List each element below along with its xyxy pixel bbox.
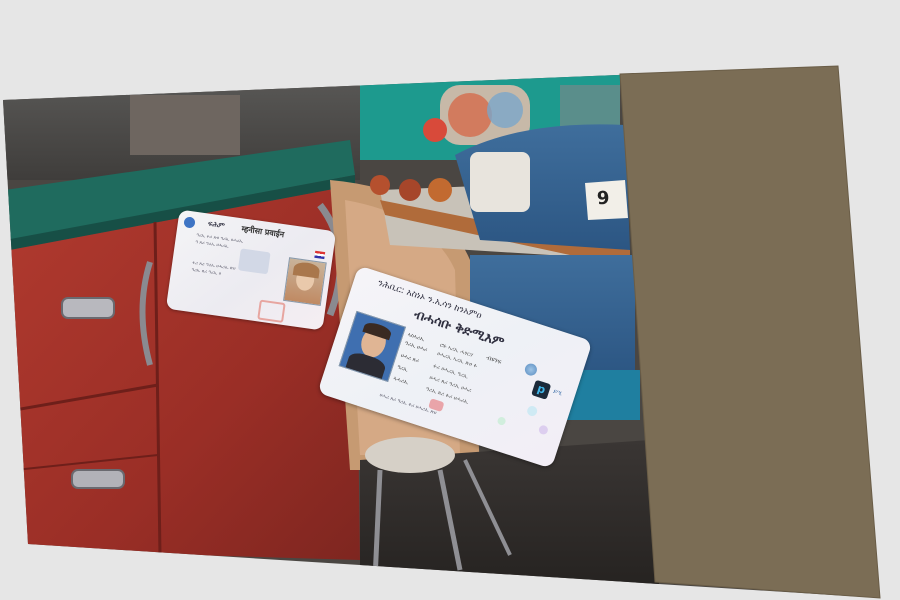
wall-panel [620,66,880,598]
card-right-label: ብዩገፍ [485,353,503,366]
holo-dot-3 [496,415,507,427]
card-right-logo-text: ይሢ [552,387,564,398]
ghost-photo [237,248,271,275]
card-left-header-right: म्हनीसा प्रवाईन [241,224,285,240]
p-logo-icon: p [531,379,552,400]
table-number: 9 [596,187,611,210]
field-label-3: ሀሓሪ ጸሪ [399,352,420,365]
globe-icon [523,362,539,378]
watermark-stamp [257,299,286,323]
flag-icon [314,250,326,260]
child-portrait [283,257,327,307]
field-label-4: ዓሪኢ [396,364,409,374]
circle-logo-icon [183,216,196,229]
field-label-2: ዓሪኢ ሀሓሪ [403,340,428,354]
card-left-header-left: ፍሕም [207,219,226,230]
holo-dot-2 [537,424,550,436]
field-label-5: ኣሓሪኢ [392,375,410,387]
holo-dot-1 [525,404,539,418]
man-portrait [338,310,406,383]
